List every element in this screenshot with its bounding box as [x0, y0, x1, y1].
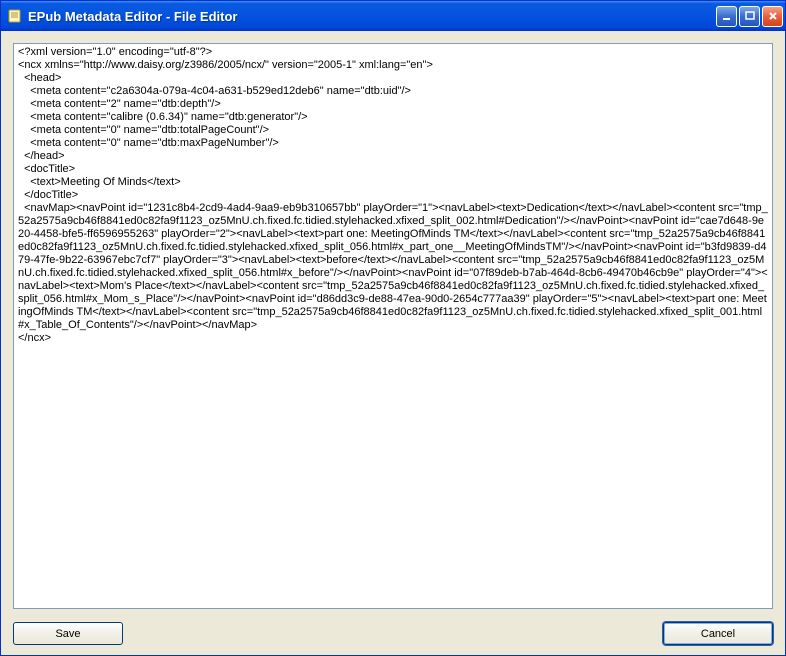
app-icon — [7, 8, 23, 24]
minimize-button[interactable] — [716, 6, 737, 27]
window-buttons — [716, 6, 783, 27]
close-button[interactable] — [762, 6, 783, 27]
cancel-button[interactable]: Cancel — [663, 622, 773, 645]
window-frame: EPub Metadata Editor - File Editor Save … — [0, 0, 786, 656]
client-area: Save Cancel — [1, 31, 785, 655]
window-title: EPub Metadata Editor - File Editor — [28, 9, 716, 24]
maximize-button[interactable] — [739, 6, 760, 27]
save-button[interactable]: Save — [13, 622, 123, 645]
file-text-editor[interactable] — [13, 43, 773, 609]
button-bar: Save Cancel — [13, 609, 773, 645]
titlebar[interactable]: EPub Metadata Editor - File Editor — [1, 1, 785, 31]
